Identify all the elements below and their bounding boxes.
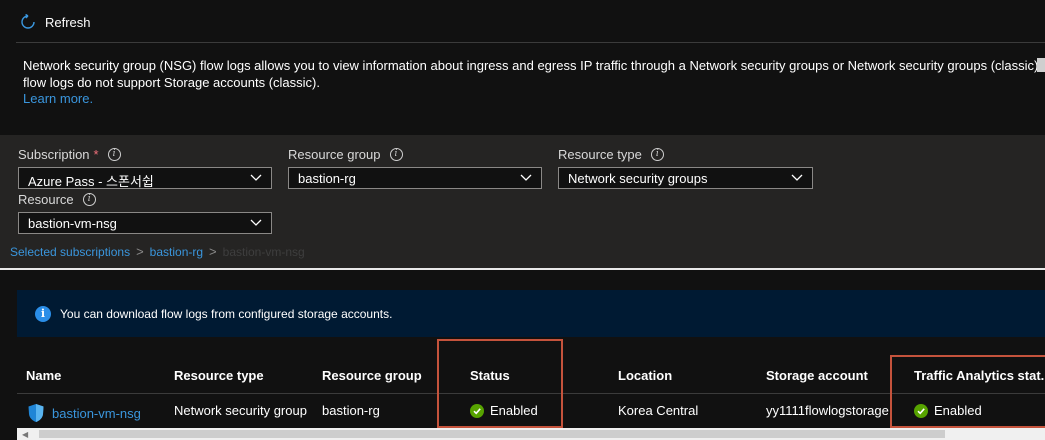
resource-value: bastion-vm-nsg (28, 216, 117, 231)
table-row-resource-type: Network security group (174, 403, 307, 418)
resource-group-label: Resource group i (288, 147, 403, 162)
resource-label: Resource i (18, 192, 96, 207)
banner-text: You can download flow logs from configur… (60, 306, 393, 321)
description-line-2: flow logs do not support Storage account… (23, 74, 320, 90)
traffic-analytics-highlight-box (890, 355, 1045, 428)
info-icon[interactable]: i (82, 193, 96, 206)
info-icon[interactable]: i (107, 148, 121, 161)
refresh-button[interactable]: Refresh (20, 14, 91, 30)
info-icon[interactable]: i (650, 148, 664, 161)
vertical-scrollbar[interactable] (1037, 58, 1045, 72)
column-header-name[interactable]: Name (26, 368, 61, 383)
shield-icon (28, 404, 44, 422)
toolbar-divider (16, 42, 1045, 43)
chevron-down-icon (250, 174, 262, 181)
horizontal-scrollbar[interactable]: ◀ (17, 428, 1045, 440)
table-row-location: Korea Central (618, 403, 699, 418)
chevron-down-icon (791, 174, 803, 181)
chevron-down-icon (520, 174, 532, 181)
info-icon: i (35, 305, 51, 322)
refresh-label: Refresh (45, 14, 91, 30)
resource-group-value: bastion-rg (298, 171, 356, 186)
resource-type-dropdown[interactable]: Network security groups (558, 167, 813, 189)
subscription-label: Subscription * i (18, 147, 121, 162)
resource-dropdown[interactable]: bastion-vm-nsg (18, 212, 272, 234)
table-row-storage-account: yy1111flowlogstorage (766, 403, 889, 418)
info-banner: i You can download flow logs from config… (17, 290, 1045, 337)
column-header-location[interactable]: Location (618, 368, 672, 383)
refresh-icon (21, 14, 35, 29)
description-line-1: Network security group (NSG) flow logs a… (23, 58, 1045, 73)
breadcrumb-resource-group[interactable]: bastion-rg (150, 245, 203, 259)
breadcrumb-subscriptions[interactable]: Selected subscriptions (10, 245, 130, 259)
breadcrumb-separator: > (136, 244, 144, 259)
column-header-resource-group[interactable]: Resource group (322, 368, 422, 383)
breadcrumb: Selected subscriptions > bastion-rg > ba… (10, 244, 305, 259)
chevron-down-icon (250, 219, 262, 226)
subscription-dropdown[interactable]: Azure Pass - 스폰서쉽 (18, 167, 272, 189)
breadcrumb-resource: bastion-vm-nsg (222, 244, 305, 259)
resource-group-dropdown[interactable]: bastion-rg (288, 167, 542, 189)
scrollbar-thumb[interactable] (39, 430, 945, 438)
command-bar: Refresh (0, 0, 1045, 42)
required-marker: * (93, 147, 99, 162)
scroll-left-icon[interactable]: ◀ (22, 430, 28, 439)
subscription-value: Azure Pass - 스폰서쉽 (28, 174, 154, 189)
resource-type-value: Network security groups (568, 171, 708, 186)
table-row-resource-group: bastion-rg (322, 403, 380, 418)
info-icon[interactable]: i (389, 148, 403, 161)
column-header-storage-account[interactable]: Storage account (766, 368, 868, 383)
page-description: Network security group (NSG) flow logs a… (23, 58, 1045, 108)
resource-name-link[interactable]: bastion-vm-nsg (52, 406, 141, 421)
resource-type-label: Resource type i (558, 147, 664, 162)
table-row-name-cell: bastion-vm-nsg (27, 403, 141, 423)
status-highlight-box (437, 339, 563, 428)
breadcrumb-separator: > (209, 244, 217, 259)
learn-more-link[interactable]: Learn more. (23, 91, 93, 106)
column-header-resource-type[interactable]: Resource type (174, 368, 264, 383)
